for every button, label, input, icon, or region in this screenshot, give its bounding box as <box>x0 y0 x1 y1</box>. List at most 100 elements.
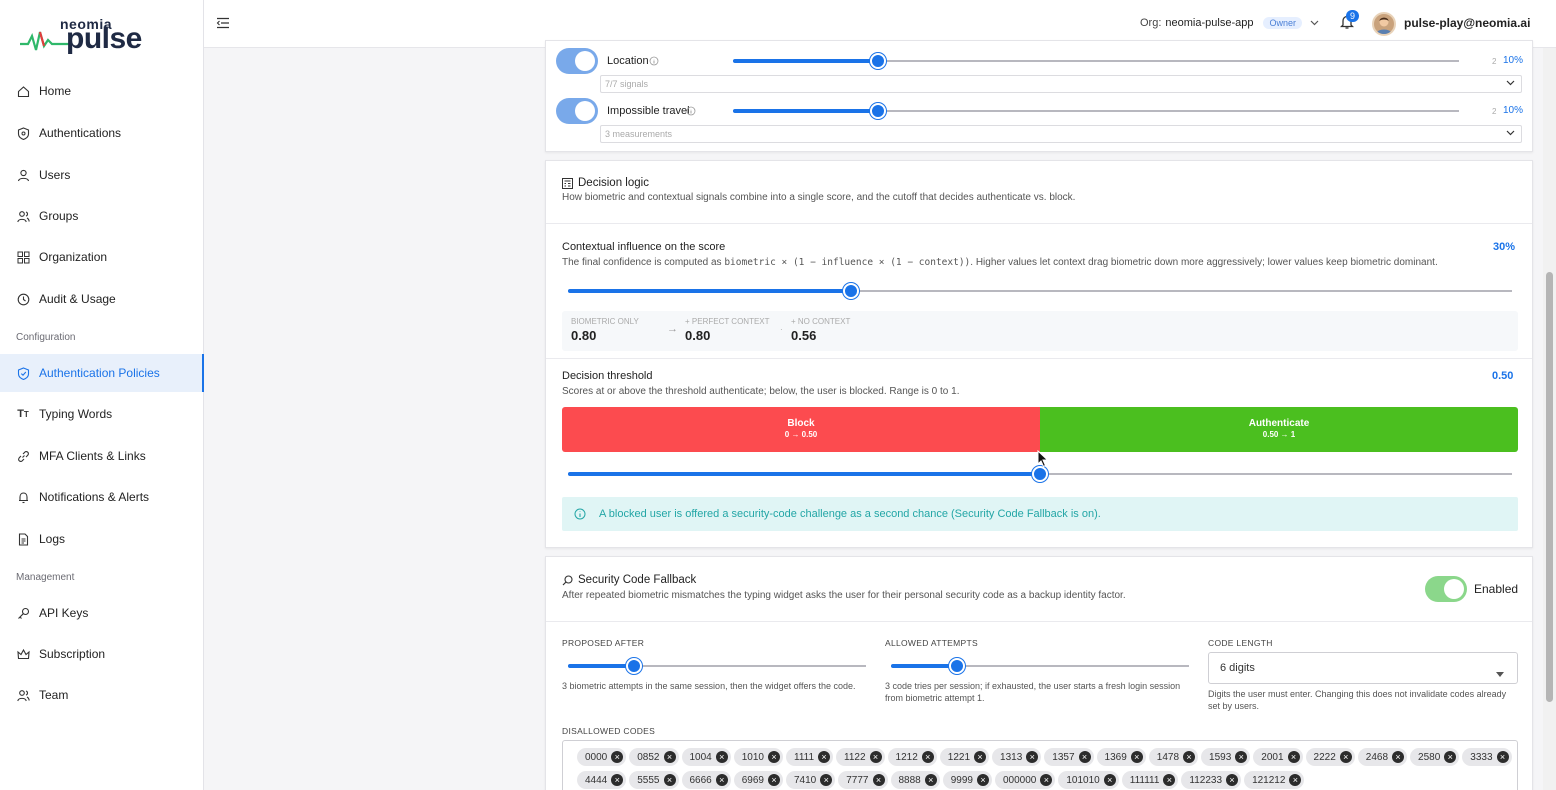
disallowed-code-chip[interactable]: 7410 × <box>786 771 836 789</box>
scrollbar-thumb[interactable] <box>1546 272 1553 702</box>
remove-chip-icon[interactable]: × <box>663 774 676 786</box>
proposed-after-slider-thumb[interactable] <box>626 658 642 674</box>
disallowed-code-chip[interactable]: 000000 × <box>995 771 1056 789</box>
disallowed-code-chip[interactable]: 101010 × <box>1058 771 1119 789</box>
disallowed-code-chip[interactable]: 7777 × <box>838 771 888 789</box>
sidebar-item-authentications[interactable]: Authentications <box>0 114 204 152</box>
remove-chip-icon[interactable]: × <box>1078 751 1091 763</box>
remove-chip-icon[interactable]: × <box>1287 751 1300 763</box>
sidebar-item-team[interactable]: Team <box>0 676 204 714</box>
disallowed-code-chip[interactable]: 9999 × <box>942 771 992 789</box>
remove-chip-icon[interactable]: × <box>611 751 624 763</box>
menu-collapse-icon[interactable] <box>216 17 230 32</box>
disallowed-code-chip[interactable]: 1122 × <box>836 748 885 766</box>
disallowed-code-chip[interactable]: 1212 × <box>887 748 937 766</box>
disallowed-code-chip[interactable]: 2222 × <box>1305 748 1355 766</box>
disallowed-code-chip[interactable]: 121212 × <box>1244 771 1305 789</box>
remove-chip-icon[interactable]: × <box>1163 774 1176 786</box>
remove-chip-icon[interactable]: × <box>1339 751 1352 763</box>
disallowed-code-chip[interactable]: 1593 × <box>1201 748 1251 766</box>
disallowed-code-chip[interactable]: 2580 × <box>1410 748 1460 766</box>
impossible-travel-toggle[interactable] <box>556 98 598 124</box>
remove-chip-icon[interactable]: × <box>1226 774 1239 786</box>
sidebar-item-organization[interactable]: Organization <box>0 238 204 276</box>
remove-chip-icon[interactable]: × <box>872 774 885 786</box>
remove-chip-icon[interactable]: × <box>1444 751 1457 763</box>
influence-desc-pre: The final confidence is computed as <box>562 257 722 268</box>
remove-chip-icon[interactable]: × <box>818 751 831 763</box>
chip-label: 0852 <box>637 751 660 763</box>
disallowed-code-chip[interactable]: 1313 × <box>992 748 1042 766</box>
disallowed-code-chip[interactable]: 1010 × <box>733 748 783 766</box>
sidebar-item-users[interactable]: Users <box>0 156 204 194</box>
sidebar-item-authentication-policies[interactable]: Authentication Policies <box>0 354 204 392</box>
disallowed-code-chip[interactable]: 111111 × <box>1121 771 1179 789</box>
remove-chip-icon[interactable]: × <box>974 751 987 763</box>
remove-chip-icon[interactable]: × <box>977 774 989 786</box>
remove-chip-icon[interactable]: × <box>715 751 728 763</box>
sidebar-item-api-keys[interactable]: API Keys <box>0 594 204 632</box>
code-length-select[interactable]: 6 digits <box>1208 652 1518 684</box>
user-email[interactable]: pulse-play@neomia.ai <box>1404 16 1530 30</box>
neomia-pulse-logo[interactable]: neomia pulse <box>20 14 150 60</box>
disallowed-codes-input[interactable]: 0000 × 0852 × 1004 × 1010 × 1111 × 1122 × 1212 × 1221 ×… <box>562 740 1518 790</box>
disallowed-code-chip[interactable]: 2001 × <box>1253 748 1303 766</box>
fallback-enabled-toggle[interactable] <box>1425 576 1467 602</box>
disallowed-code-chip[interactable]: 1478 × <box>1148 748 1199 766</box>
disallowed-code-chip[interactable]: 3333 × <box>1462 748 1512 766</box>
disallowed-code-chip[interactable]: 2468 × <box>1357 748 1408 766</box>
page-scrollbar[interactable] <box>1543 48 1556 790</box>
remove-chip-icon[interactable]: × <box>768 751 780 763</box>
impossible-travel-measurements-select[interactable]: 3 measurements <box>600 125 1522 143</box>
sidebar-item-home[interactable]: Home <box>0 72 204 110</box>
disallowed-code-chip[interactable]: 1369 × <box>1096 748 1146 766</box>
location-toggle[interactable] <box>556 48 598 74</box>
remove-chip-icon[interactable]: × <box>1496 751 1509 763</box>
influence-slider-thumb[interactable] <box>843 283 859 299</box>
disallowed-code-chip[interactable]: 1357 × <box>1044 748 1094 766</box>
disallowed-code-chip[interactable]: 6666 × <box>681 771 731 789</box>
remove-chip-icon[interactable]: × <box>1392 751 1405 763</box>
disallowed-code-chip[interactable]: 0852 × <box>629 748 679 766</box>
chevron-down-icon <box>1310 17 1319 29</box>
remove-chip-icon[interactable]: × <box>1289 774 1302 786</box>
remove-chip-icon[interactable]: × <box>715 774 728 786</box>
disallowed-code-chip[interactable]: 5555 × <box>629 771 679 789</box>
disallowed-code-chip[interactable]: 8888 × <box>890 771 940 789</box>
remove-chip-icon[interactable]: × <box>869 751 882 763</box>
remove-chip-icon[interactable]: × <box>820 774 833 786</box>
allowed-attempts-slider-thumb[interactable] <box>949 658 965 674</box>
remove-chip-icon[interactable]: × <box>1235 751 1248 763</box>
remove-chip-icon[interactable]: × <box>921 751 934 763</box>
remove-chip-icon[interactable]: × <box>768 774 780 786</box>
org-selector[interactable]: Org: neomia-pulse-app Owner <box>1140 17 1319 29</box>
location-slider-thumb[interactable] <box>870 53 886 69</box>
disallowed-code-chip[interactable]: 1221 × <box>939 748 990 766</box>
remove-chip-icon[interactable]: × <box>1183 751 1196 763</box>
remove-chip-icon[interactable]: × <box>1040 774 1053 786</box>
remove-chip-icon[interactable]: × <box>663 751 676 763</box>
remove-chip-icon[interactable]: × <box>1026 751 1039 763</box>
sidebar-item-typing-words[interactable]: TT Typing Words <box>0 395 204 433</box>
sidebar-item-audit-usage[interactable]: Audit & Usage <box>0 280 204 318</box>
disallowed-code-chip[interactable]: 0000 × <box>577 748 627 766</box>
sidebar-item-logs[interactable]: Logs <box>0 520 204 558</box>
disallowed-code-chip[interactable]: 1004 × <box>681 748 731 766</box>
avatar[interactable] <box>1372 12 1396 36</box>
remove-chip-icon[interactable]: × <box>611 774 624 786</box>
sidebar-item-subscription[interactable]: Subscription <box>0 635 204 673</box>
disallowed-code-chip[interactable]: 4444 × <box>577 771 627 789</box>
org-name: neomia-pulse-app <box>1165 17 1254 29</box>
disallowed-code-chip[interactable]: 1111 × <box>786 748 834 766</box>
remove-chip-icon[interactable]: × <box>924 774 937 786</box>
remove-chip-icon[interactable]: × <box>1103 774 1116 786</box>
chip-label: 5555 <box>637 774 660 786</box>
sidebar-item-mfa-clients[interactable]: MFA Clients & Links <box>0 437 204 475</box>
disallowed-code-chip[interactable]: 6969 × <box>733 771 783 789</box>
sidebar-item-notifications[interactable]: Notifications & Alerts <box>0 478 204 516</box>
remove-chip-icon[interactable]: × <box>1130 751 1143 763</box>
sidebar-item-groups[interactable]: Groups <box>0 197 204 235</box>
location-signals-select[interactable]: 7/7 signals <box>600 75 1522 93</box>
disallowed-code-chip[interactable]: 112233 × <box>1181 771 1242 789</box>
impossible-travel-slider-thumb[interactable] <box>870 103 886 119</box>
